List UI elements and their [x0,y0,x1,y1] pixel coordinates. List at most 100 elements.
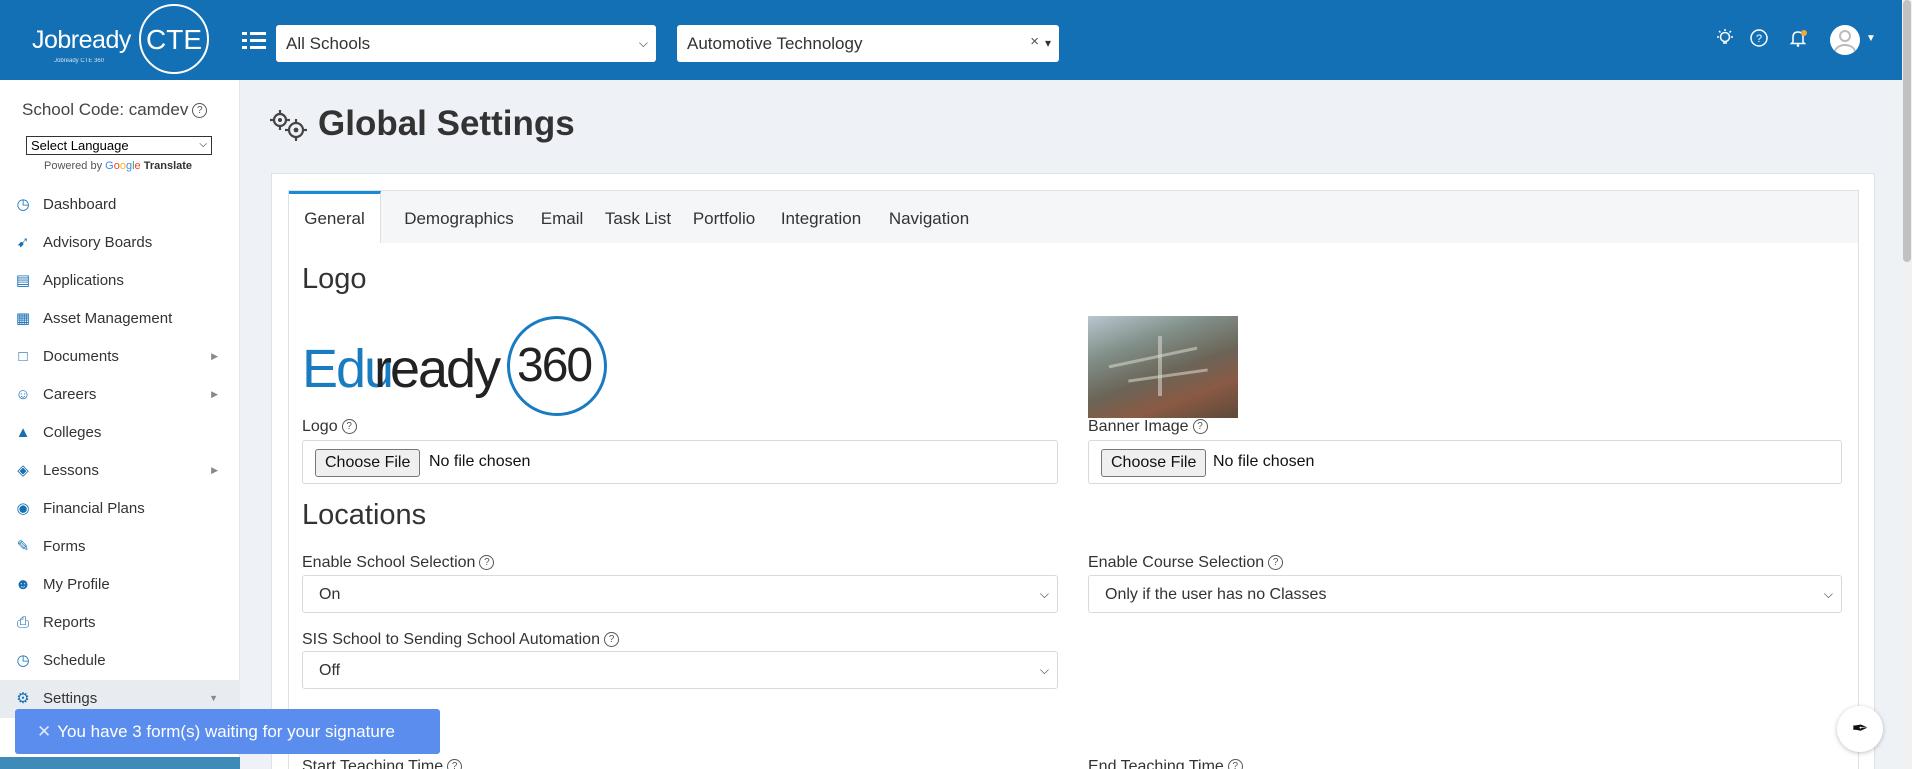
svg-text:?: ? [1756,33,1762,45]
help-icon[interactable]: ? [1227,759,1243,769]
help-icon[interactable]: ? [479,555,495,571]
sidebar-item-documents[interactable]: □ Documents ▶ [0,338,240,376]
help-icon[interactable]: ? [1268,555,1284,571]
sidebar-item-applications[interactable]: ▤ Applications [0,262,240,300]
sidebar: School Code: camdev? Select Language ⌵ P… [0,80,240,769]
help-icon[interactable]: ? [447,759,463,769]
school-select[interactable]: All Schools ⌵ [276,25,656,62]
caret-right-icon: ▶ [211,389,218,399]
help-icon[interactable]: ? [1192,419,1208,435]
sidebar-item-reports[interactable]: ⎙ Reports [0,604,240,642]
tab-general[interactable]: General [289,191,381,244]
lightbulb-icon[interactable] [1714,28,1736,50]
jobready-cte-logo[interactable]: Jobready CTE Jobready CTE 360 [24,4,214,76]
help-icon[interactable]: ? [341,419,357,435]
clear-icon[interactable]: × [1030,33,1039,50]
application-icon: ▤ [15,272,31,289]
sis-automation-label: SIS School to Sending School Automation? [302,631,619,649]
chevron-down-icon: ⌵ [1039,663,1049,677]
sidebar-item-lessons[interactable]: ◈ Lessons ▶ [0,452,240,490]
notification-dot [1801,30,1807,36]
tab-integration[interactable]: Integration [775,191,867,244]
end-teaching-time-label: End Teaching Time? [1088,758,1243,769]
logo-subtext: Jobready CTE 360 [54,58,105,64]
piggy-bank-icon: ◉ [16,500,30,517]
file-status: No file chosen [429,453,531,470]
banner-image [1088,316,1238,418]
forms-icon: ✎ [16,538,30,555]
top-navbar: Jobready CTE Jobready CTE 360 All School… [0,0,1912,80]
sidebar-item-dashboard[interactable]: ◷ Dashboard [0,186,240,224]
enable-school-label: Enable School Selection? [302,554,495,572]
menu-toggle-icon[interactable] [242,30,266,52]
page-scrollbar[interactable] [1902,0,1912,769]
sidebar-item-colleges[interactable]: ▲ Colleges [0,414,240,452]
logo-field-label: Logo? [302,418,357,436]
program-select[interactable]: Automotive Technology × ▾ [677,25,1059,62]
gears-icon [268,108,310,142]
settings-tabs: General Demographics Email Task List Por… [288,190,1859,244]
sidebar-item-advisory-boards[interactable]: ➹ Advisory Boards [0,224,240,262]
start-teaching-time-label: Start Teaching Time? [302,758,463,769]
sidebar-footer [0,757,240,769]
chevron-down-icon: ⌵ [1039,587,1049,601]
caret-down-icon: ▼ [209,693,218,703]
help-icon[interactable]: ? [1748,28,1770,50]
logo-file-input[interactable]: Choose File No file chosen [302,440,1058,484]
dashboard-icon: ◷ [16,196,30,213]
user-icon: ☻ [15,576,31,593]
graduation-cap-icon: ▲ [15,424,31,441]
section-heading-locations: Locations [302,499,427,531]
caret-right-icon: ▶ [211,465,218,475]
document-icon: □ [18,348,28,365]
eduready-logo: Edu ready 360 [302,316,607,418]
gears-icon: ⚙ [16,690,30,707]
tab-portfolio[interactable]: Portfolio [689,191,759,244]
enable-course-label: Enable Course Selection? [1088,554,1284,572]
logo-word: Jobready [32,26,131,54]
section-heading-logo: Logo [302,263,367,295]
banner-file-input[interactable]: Choose File No file chosen [1088,440,1842,484]
pen-icon: ✒ [1851,718,1869,740]
caret-down-icon: ▾ [1044,36,1051,50]
asset-icon: ▦ [15,310,31,327]
avatar[interactable] [1830,25,1860,55]
close-icon[interactable]: ✕ [37,722,51,741]
choose-file-button[interactable]: Choose File [1101,449,1207,477]
sis-automation-select[interactable]: Off ⌵ [302,651,1058,689]
google-logo: Google [105,160,141,172]
enable-school-select[interactable]: On ⌵ [302,575,1058,613]
lessons-icon: ◈ [17,462,29,479]
handshake-icon: ➹ [16,234,30,251]
feedback-button[interactable]: ✒ [1837,706,1883,752]
sidebar-item-careers[interactable]: ☺ Careers ▶ [0,376,240,414]
sidebar-item-schedule[interactable]: ◷ Schedule [0,642,240,680]
sidebar-item-asset-management[interactable]: ▦ Asset Management [0,300,240,338]
file-status: No file chosen [1213,453,1315,470]
school-code: School Code: camdev? [22,100,208,120]
banner-field-label: Banner Image? [1088,418,1208,436]
sidebar-item-my-profile[interactable]: ☻ My Profile [0,566,240,604]
language-select[interactable]: Select Language ⌵ [26,136,212,155]
signature-toast[interactable]: ✕ You have 3 form(s) waiting for your sig… [15,709,440,754]
scrollbar-thumb[interactable] [1903,0,1911,262]
enable-course-select[interactable]: Only if the user has no Classes ⌵ [1088,575,1842,613]
caret-down-icon[interactable]: ▼ [1866,33,1876,44]
chevron-down-icon: ⌵ [199,139,207,150]
sidebar-item-financial-plans[interactable]: ◉ Financial Plans [0,490,240,528]
careers-icon: ☺ [15,386,31,403]
tab-navigation[interactable]: Navigation [883,191,975,244]
tab-task-list[interactable]: Task List [603,191,673,244]
caret-right-icon: ▶ [211,351,218,361]
help-icon[interactable]: ? [192,103,208,119]
choose-file-button[interactable]: Choose File [315,449,421,477]
printer-icon: ⎙ [16,614,29,631]
sidebar-item-forms[interactable]: ✎ Forms [0,528,240,566]
google-translate-credit: Powered by Google Translate [44,160,193,172]
chevron-down-icon: ⌵ [638,36,648,50]
page-title: Global Settings [318,104,575,143]
tab-email[interactable]: Email [537,191,587,244]
tab-demographics[interactable]: Demographics [397,191,521,244]
help-icon[interactable]: ? [603,632,619,648]
clock-icon: ◷ [16,652,30,669]
